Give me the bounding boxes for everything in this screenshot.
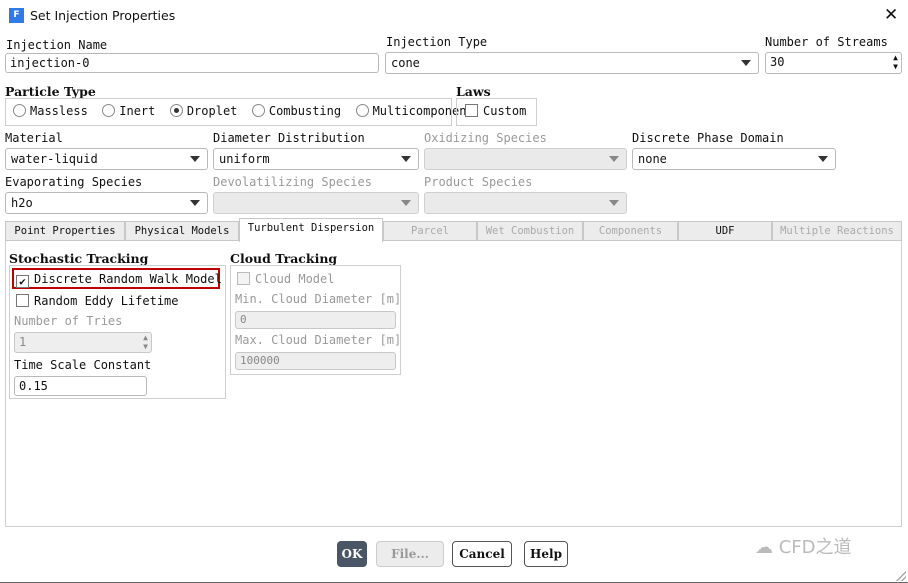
- stochastic-title: Stochastic Tracking: [9, 251, 149, 266]
- chevron-down-icon: [401, 200, 411, 206]
- tab-udf[interactable]: UDF: [678, 221, 772, 241]
- cancel-button[interactable]: Cancel: [452, 541, 512, 567]
- diameter-distribution-label: Diameter Distribution: [213, 131, 365, 145]
- tab-wet-combustion[interactable]: Wet Combustion: [477, 221, 583, 241]
- tries-label: Number of Tries: [14, 314, 123, 328]
- ok-button[interactable]: OK: [337, 541, 367, 567]
- min-cloud-label: Min. Cloud Diameter [m]: [235, 292, 402, 306]
- radio-inert[interactable]: Inert: [102, 104, 155, 118]
- tab-parcel[interactable]: Parcel: [383, 221, 477, 241]
- particle-type-radios: Massless Inert Droplet Combusting Multic…: [13, 104, 474, 118]
- app-icon: F: [9, 8, 24, 23]
- help-button[interactable]: Help: [524, 541, 568, 567]
- injection-type-select[interactable]: cone: [385, 52, 759, 74]
- wechat-icon: ☁: [755, 537, 779, 558]
- evaporating-species-label: Evaporating Species: [5, 175, 143, 189]
- radio-massless[interactable]: Massless: [13, 104, 88, 118]
- tab-multiple-reactions[interactable]: Multiple Reactions: [772, 221, 902, 241]
- num-streams-input[interactable]: 30 ▲ ▼: [765, 52, 902, 74]
- num-streams-value: 30: [770, 55, 785, 69]
- cloud-title: Cloud Tracking: [230, 251, 338, 266]
- tsc-label: Time Scale Constant: [14, 358, 152, 372]
- tab-turbulent-dispersion[interactable]: Turbulent Dispersion: [239, 218, 383, 242]
- discrete-phase-domain-select[interactable]: none: [632, 148, 836, 170]
- injection-type-value: cone: [391, 56, 420, 70]
- product-species-label: Product Species: [424, 175, 533, 189]
- injection-type-label: Injection Type: [386, 35, 488, 49]
- file-button[interactable]: File...: [376, 541, 444, 567]
- tab-point-properties[interactable]: Point Properties: [5, 221, 125, 241]
- chevron-down-icon: [401, 156, 411, 162]
- injection-name-input[interactable]: injection-0: [5, 53, 379, 73]
- diameter-distribution-select[interactable]: uniform: [213, 148, 419, 170]
- tab-components[interactable]: Components: [583, 221, 678, 241]
- num-streams-label: Number of Streams: [765, 35, 888, 49]
- custom-checkbox[interactable]: Custom: [465, 104, 526, 118]
- devolatilizing-species-select: [213, 192, 419, 214]
- chevron-down-icon: [190, 156, 200, 162]
- max-cloud-label: Max. Cloud Diameter [m]: [235, 333, 402, 347]
- window-title: Set Injection Properties: [30, 8, 176, 23]
- evaporating-species-select[interactable]: h2o: [5, 192, 208, 214]
- cloud-model-checkbox: Cloud Model: [237, 272, 334, 286]
- injection-name-label: Injection Name: [6, 38, 108, 52]
- chevron-down-icon: [741, 60, 751, 66]
- oxidizing-species-label: Oxidizing Species: [424, 131, 547, 145]
- chevron-down-icon: [818, 156, 828, 162]
- product-species-select: [424, 192, 627, 214]
- max-cloud-input: 100000: [235, 352, 396, 370]
- discrete-phase-domain-label: Discrete Phase Domain: [632, 131, 784, 145]
- spinner-icon[interactable]: ▲ ▼: [893, 53, 898, 71]
- drw-checkbox[interactable]: ✔ Discrete Random Walk Model: [16, 272, 222, 288]
- min-cloud-input: 0: [235, 311, 396, 329]
- chevron-down-icon: [609, 156, 619, 162]
- chevron-down-icon: [609, 200, 619, 206]
- radio-combusting[interactable]: Combusting: [251, 104, 341, 118]
- material-label: Material: [5, 131, 63, 145]
- spinner-icon: ▲ ▼: [143, 333, 148, 351]
- tsc-input[interactable]: 0.15: [14, 376, 147, 396]
- laws-title: Laws: [456, 84, 491, 99]
- particle-type-title: Particle Type: [5, 84, 96, 99]
- oxidizing-species-select: [424, 148, 627, 170]
- tab-physical-models[interactable]: Physical Models: [125, 221, 239, 241]
- devolatilizing-species-label: Devolatilizing Species: [213, 175, 372, 189]
- resize-grip-icon[interactable]: [896, 571, 906, 581]
- tries-input: 1 ▲ ▼: [14, 332, 152, 353]
- close-icon[interactable]: ✕: [884, 5, 898, 25]
- chevron-down-icon: [190, 200, 200, 206]
- random-eddy-checkbox[interactable]: Random Eddy Lifetime: [16, 294, 179, 308]
- material-select[interactable]: water-liquid: [5, 148, 208, 170]
- radio-droplet[interactable]: Droplet: [169, 104, 237, 118]
- watermark: ☁ CFD之道: [755, 537, 852, 558]
